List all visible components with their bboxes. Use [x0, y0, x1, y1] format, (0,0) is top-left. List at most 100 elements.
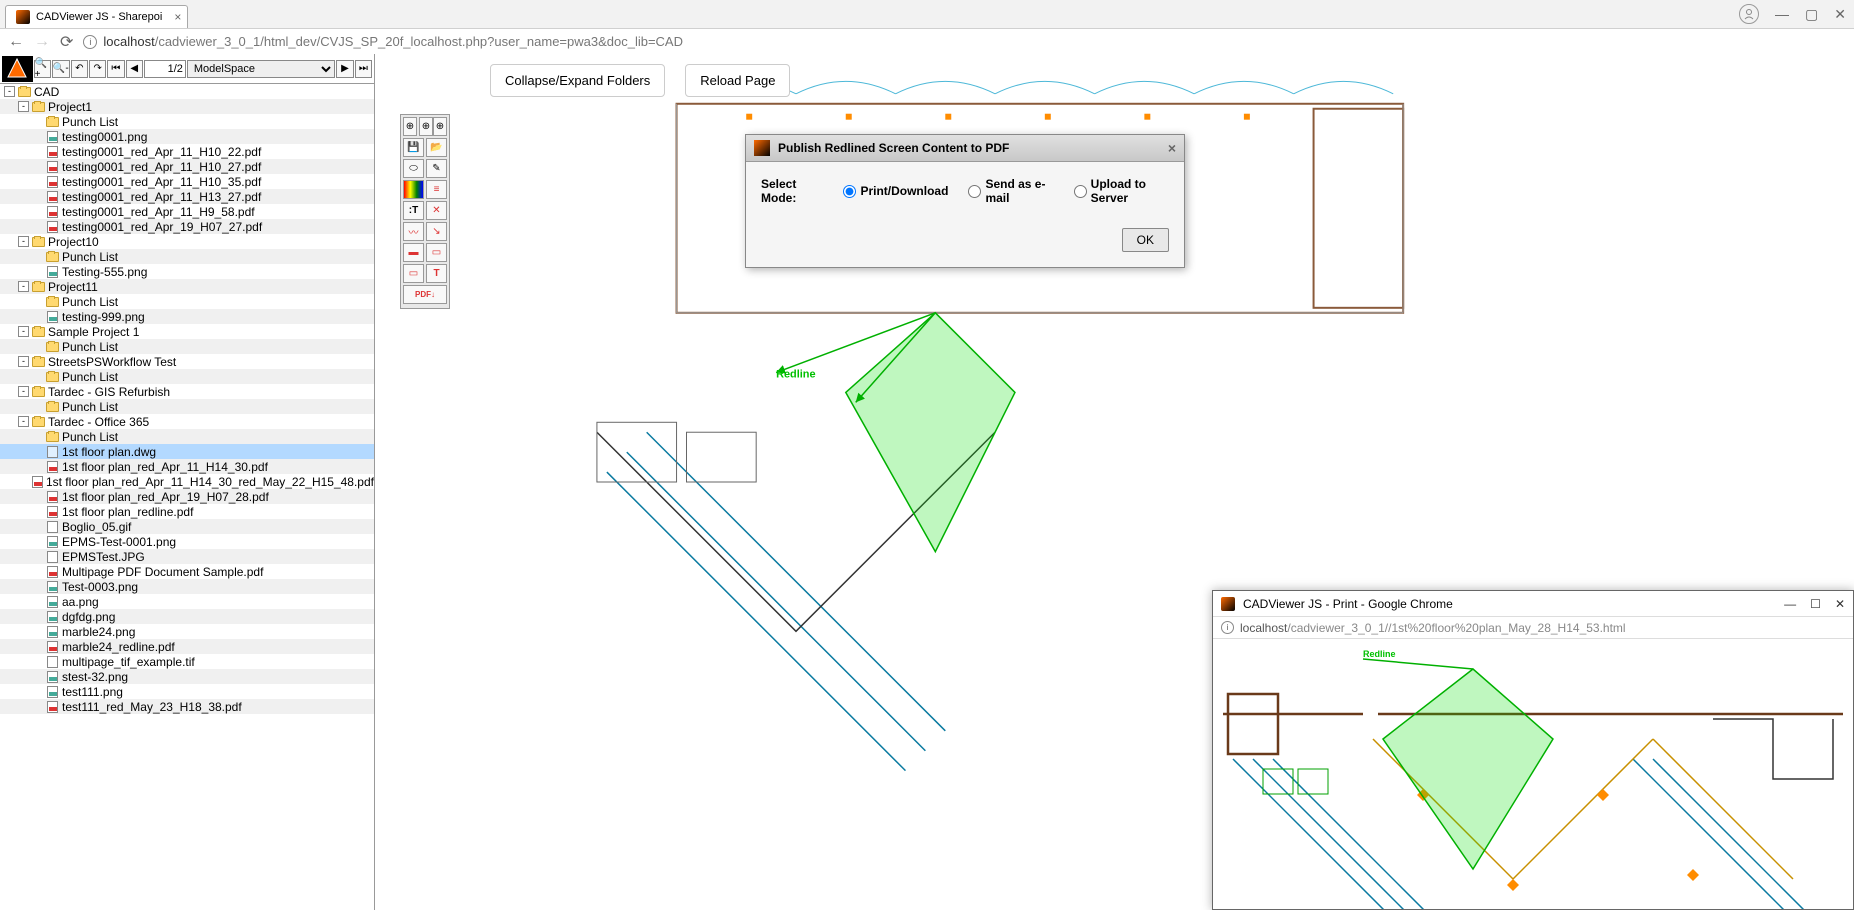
tree-row[interactable]: -Project1 — [0, 99, 374, 114]
zoom-extents-icon[interactable]: ⊕ — [403, 117, 417, 136]
forward-icon[interactable]: → — [34, 33, 50, 51]
text2-icon[interactable]: T — [426, 264, 447, 283]
tree-row[interactable]: testing0001_red_Apr_19_H07_27.pdf — [0, 219, 374, 234]
tree-row[interactable]: -CAD — [0, 84, 374, 99]
info-icon[interactable]: i — [83, 35, 97, 49]
erase-icon[interactable]: ⬭ — [403, 159, 424, 178]
tree-toggle-icon[interactable]: - — [18, 386, 29, 397]
tree-row[interactable]: Punch List — [0, 249, 374, 264]
text-icon[interactable]: :T — [403, 201, 424, 220]
first-page-icon[interactable]: ⏮ — [107, 60, 124, 78]
zoom-out-icon[interactable]: 🔍- — [52, 60, 70, 78]
tree-row[interactable]: dgfdg.png — [0, 609, 374, 624]
tree-row[interactable]: -Tardec - Office 365 — [0, 414, 374, 429]
tree-row[interactable]: -Project11 — [0, 279, 374, 294]
maximize-icon[interactable]: ▢ — [1805, 6, 1818, 23]
rect-fill-icon[interactable]: ▬ — [403, 243, 424, 262]
arrow-icon[interactable]: ↘ — [426, 222, 447, 241]
app-logo[interactable] — [2, 56, 33, 82]
tree-row[interactable]: testing0001_red_Apr_11_H10_22.pdf — [0, 144, 374, 159]
tree-row[interactable]: Punch List — [0, 399, 374, 414]
last-page-icon[interactable]: ⏭ — [355, 60, 372, 78]
tree-toggle-icon[interactable]: - — [18, 281, 29, 292]
tree-toggle-icon[interactable]: - — [18, 356, 29, 367]
tree-row[interactable]: -Tardec - GIS Refurbish — [0, 384, 374, 399]
cloud-icon[interactable]: ▭ — [403, 264, 424, 283]
popup-titlebar[interactable]: CADViewer JS - Print - Google Chrome — ☐… — [1213, 591, 1853, 617]
tree-row[interactable]: 1st floor plan_red_Apr_19_H07_28.pdf — [0, 489, 374, 504]
tree-row[interactable]: 1st floor plan_red_Apr_11_H14_30_red_May… — [0, 474, 374, 489]
tree-row[interactable]: 1st floor plan_redline.pdf — [0, 504, 374, 519]
tree-row[interactable]: 1st floor plan_red_Apr_11_H14_30.pdf — [0, 459, 374, 474]
tree-toggle-icon[interactable]: - — [18, 236, 29, 247]
collapse-button[interactable]: Collapse/Expand Folders — [490, 64, 665, 97]
tree-toggle-icon[interactable]: - — [18, 416, 29, 427]
tree-row[interactable]: testing0001_red_Apr_11_H10_27.pdf — [0, 159, 374, 174]
popup-maximize-icon[interactable]: ☐ — [1810, 597, 1821, 611]
tree-row[interactable]: EPMSTest.JPG — [0, 549, 374, 564]
url-field[interactable]: i localhost/cadviewer_3_0_1/html_dev/CVJ… — [83, 34, 1846, 49]
reload-icon[interactable]: ⟳ — [60, 32, 73, 52]
radio-print[interactable]: Print/Download — [843, 184, 948, 198]
tree-row[interactable]: -Sample Project 1 — [0, 324, 374, 339]
radio-email[interactable]: Send as e-mail — [968, 177, 1053, 205]
color-icon[interactable] — [403, 180, 424, 199]
tree-row[interactable]: testing-999.png — [0, 309, 374, 324]
tree-row[interactable]: Punch List — [0, 114, 374, 129]
model-select[interactable]: ModelSpace — [187, 60, 336, 78]
save-icon[interactable]: 💾 — [403, 138, 424, 157]
redo-icon[interactable]: ↷ — [89, 60, 106, 78]
tree-row[interactable]: Boglio_05.gif — [0, 519, 374, 534]
open-icon[interactable]: 📂 — [426, 138, 447, 157]
back-icon[interactable]: ← — [8, 33, 24, 51]
tree-row[interactable]: testing0001_red_Apr_11_H9_58.pdf — [0, 204, 374, 219]
user-avatar-icon[interactable] — [1739, 4, 1759, 24]
tree-row[interactable]: marble24.png — [0, 624, 374, 639]
list-icon[interactable]: ≡ — [426, 180, 447, 199]
tree-row[interactable]: Punch List — [0, 429, 374, 444]
tab-close-icon[interactable]: × — [174, 10, 181, 24]
tree-row[interactable]: -Project10 — [0, 234, 374, 249]
dialog-titlebar[interactable]: Publish Redlined Screen Content to PDF × — [746, 135, 1184, 162]
tree-row[interactable]: multipage_tif_example.tif — [0, 654, 374, 669]
delete-icon[interactable]: ✕ — [426, 201, 447, 220]
tree-row[interactable]: -StreetsPSWorkflow Test — [0, 354, 374, 369]
popup-minimize-icon[interactable]: — — [1784, 597, 1796, 611]
tree-row[interactable]: 1st floor plan.dwg — [0, 444, 374, 459]
minimize-icon[interactable]: — — [1775, 6, 1789, 22]
tree-row[interactable]: testing0001_red_Apr_11_H13_27.pdf — [0, 189, 374, 204]
dialog-close-icon[interactable]: × — [1168, 140, 1176, 156]
undo-icon[interactable]: ↶ — [71, 60, 88, 78]
reload-button[interactable]: Reload Page — [685, 64, 790, 97]
zoom-in-icon[interactable]: 🔍+ — [34, 60, 51, 78]
tree-row[interactable]: Test-0003.png — [0, 579, 374, 594]
tree-row[interactable]: stest-32.png — [0, 669, 374, 684]
page-input[interactable] — [144, 60, 186, 78]
tree-row[interactable]: test111.png — [0, 684, 374, 699]
tree-row[interactable]: aa.png — [0, 594, 374, 609]
tree-row[interactable]: Multipage PDF Document Sample.pdf — [0, 564, 374, 579]
ok-button[interactable]: OK — [1122, 228, 1169, 252]
tree-toggle-icon[interactable]: - — [4, 86, 15, 97]
tree-row[interactable]: test111_red_May_23_H18_38.pdf — [0, 699, 374, 714]
popup-address-bar[interactable]: i localhost/cadviewer_3_0_1//1st%20floor… — [1213, 617, 1853, 639]
tree-row[interactable]: testing0001.png — [0, 129, 374, 144]
tree-row[interactable]: EPMS-Test-0001.png — [0, 534, 374, 549]
tree-row[interactable]: Punch List — [0, 294, 374, 309]
zoom-icon[interactable]: ⊕ — [433, 117, 447, 136]
next-page-icon[interactable]: ▶ — [336, 60, 353, 78]
popup-close-icon[interactable]: ✕ — [1835, 597, 1845, 611]
pencil-icon[interactable]: ✎ — [426, 159, 447, 178]
close-window-icon[interactable]: ✕ — [1834, 6, 1846, 23]
file-tree[interactable]: -CAD-Project1Punch Listtesting0001.pngte… — [0, 84, 374, 910]
zoom-window-icon[interactable]: ⊕ — [419, 117, 433, 136]
tree-toggle-icon[interactable]: - — [18, 326, 29, 337]
radio-upload[interactable]: Upload to Server — [1074, 177, 1169, 205]
polyline-icon[interactable]: 〰 — [403, 222, 424, 241]
tree-row[interactable]: Punch List — [0, 369, 374, 384]
tree-toggle-icon[interactable]: - — [18, 101, 29, 112]
prev-page-icon[interactable]: ◀ — [126, 60, 143, 78]
tree-row[interactable]: Punch List — [0, 339, 374, 354]
rect-icon[interactable]: ▭ — [426, 243, 447, 262]
pdf-export-icon[interactable]: PDF↓ — [403, 285, 447, 304]
